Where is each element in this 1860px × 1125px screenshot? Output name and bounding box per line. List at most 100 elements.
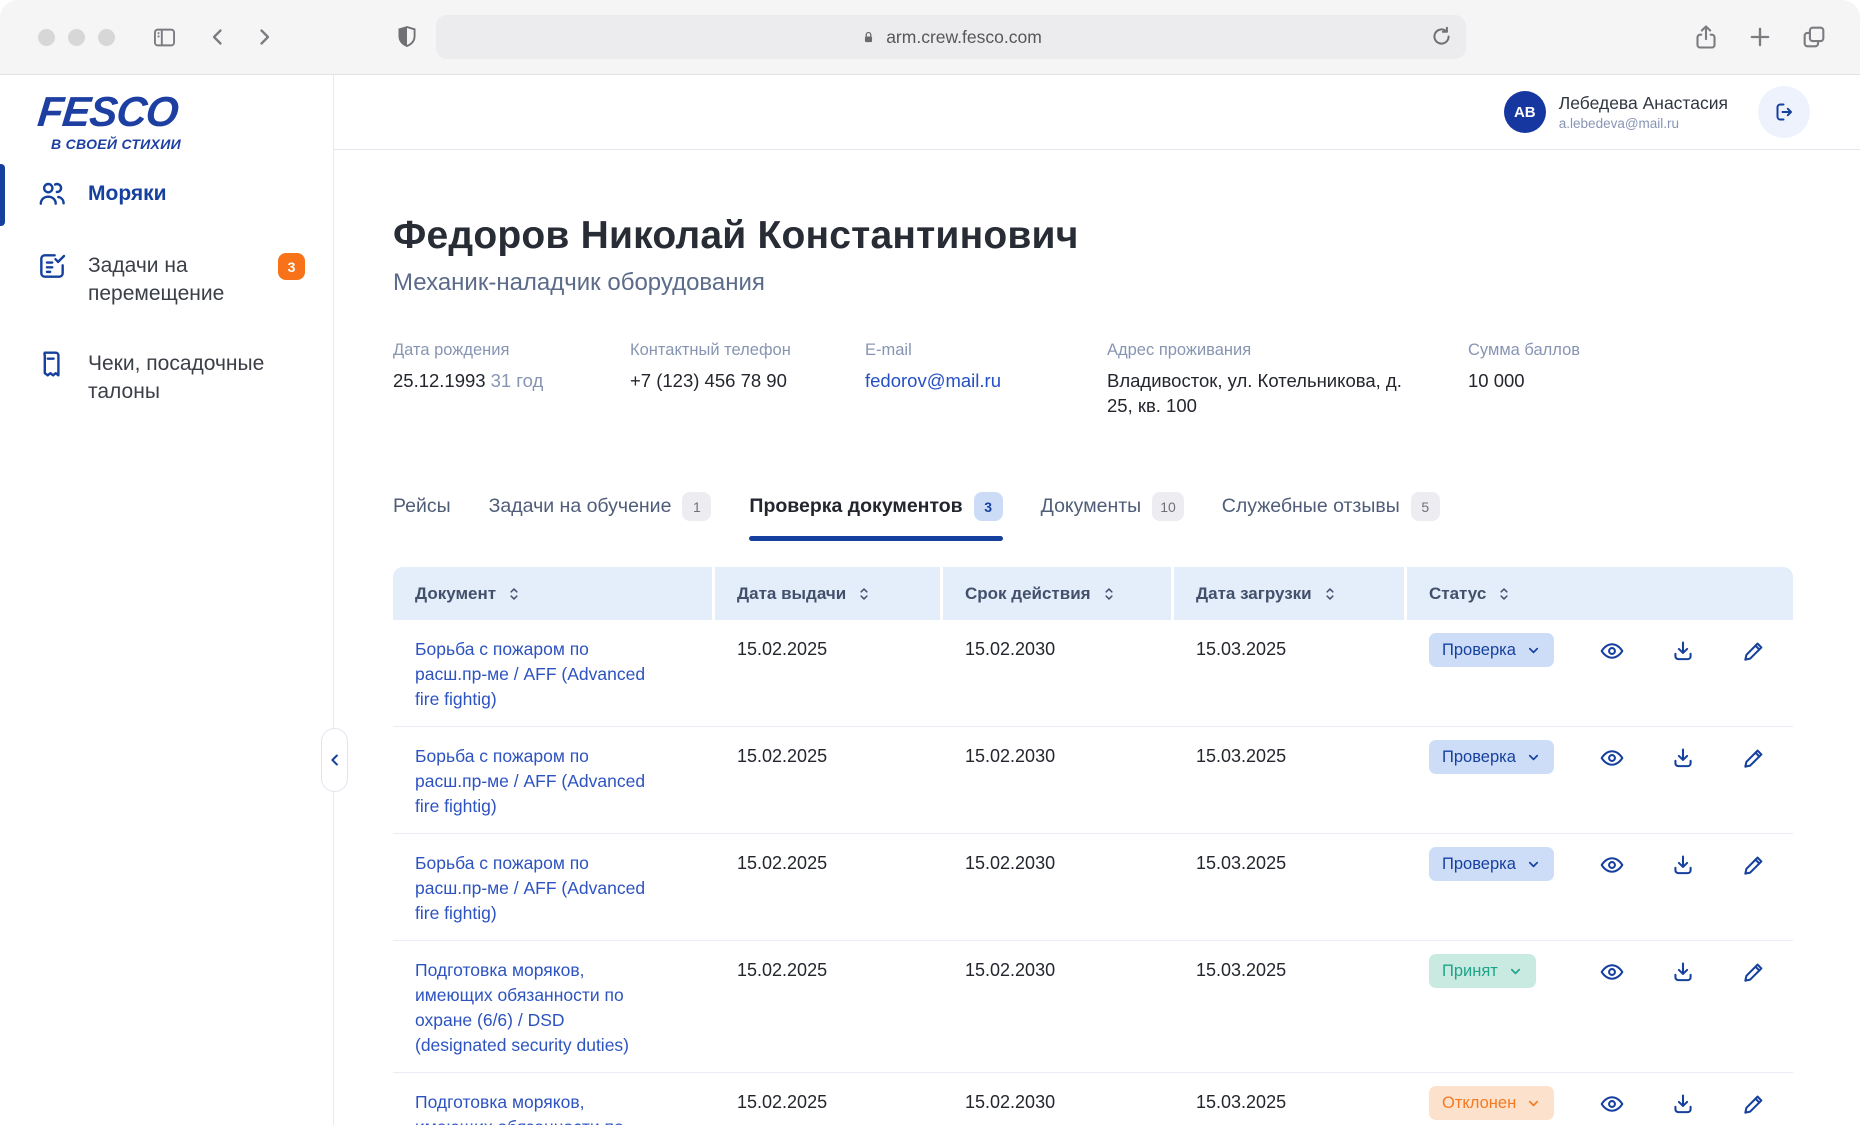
document-link[interactable]: Подготовка моряков, имеющих обязанности … — [415, 1090, 657, 1125]
view-document-button[interactable] — [1599, 745, 1625, 771]
sailors-icon — [36, 178, 68, 210]
reload-icon[interactable] — [1429, 24, 1454, 49]
main-panel: АВ Лебедева Анастасия a.lebedeva@mail.ru… — [334, 75, 1860, 1125]
sort-icon — [1495, 585, 1513, 603]
edit-document-button[interactable] — [1741, 1091, 1767, 1117]
back-icon[interactable] — [206, 25, 230, 49]
sidebar-item-label: Чеки, посадочные талоны — [88, 350, 305, 406]
row-actions — [1599, 852, 1767, 878]
column-header[interactable]: Дата загрузки — [1174, 567, 1407, 620]
download-icon — [1670, 959, 1696, 985]
sidebar-item[interactable]: Задачи на перемещение 3 — [0, 252, 333, 308]
sidebar-item[interactable]: Чеки, посадочные талоны — [0, 350, 333, 406]
tab[interactable]: Проверка документов 3 — [749, 492, 1002, 541]
document-cell: Подготовка моряков, имеющих обязанности … — [393, 954, 715, 1058]
column-header-label: Документ — [415, 584, 496, 604]
download-document-button[interactable] — [1670, 959, 1696, 985]
column-header-label: Дата загрузки — [1196, 584, 1312, 604]
row-actions — [1599, 1091, 1767, 1117]
sidebar-toggle-icon[interactable] — [151, 24, 178, 51]
toolbar-actions — [1692, 23, 1828, 51]
status-dropdown[interactable]: Проверка — [1429, 740, 1554, 774]
privacy-shield-icon[interactable] — [394, 24, 420, 50]
table-row: Подготовка моряков, имеющих обязанности … — [393, 941, 1793, 1073]
seafarer-profile: Федоров Николай Константинович Механик-н… — [334, 150, 1860, 418]
chevron-down-icon — [1526, 1096, 1541, 1111]
profile-field: E-mail fedorov@mail.ru — [865, 341, 1107, 418]
view-document-button[interactable] — [1599, 1091, 1625, 1117]
document-cell: Борьба с пожаром по расш.пр-ме / AFF (Ad… — [393, 847, 715, 926]
pencil-icon — [1741, 638, 1767, 664]
sidebar-item-badge: 3 — [278, 253, 305, 280]
issue-date-cell: 15.02.2025 — [715, 740, 943, 819]
status-cell: Проверка — [1407, 633, 1793, 712]
column-header[interactable]: Статус — [1407, 567, 1793, 620]
tab-badge: 1 — [682, 492, 711, 521]
pencil-icon — [1741, 959, 1767, 985]
seafarer-name: Федоров Николай Константинович — [393, 213, 1793, 259]
document-link[interactable]: Борьба с пожаром по расш.пр-ме / AFF (Ad… — [415, 851, 657, 926]
edit-document-button[interactable] — [1741, 852, 1767, 878]
field-label: Адрес проживания — [1107, 341, 1468, 360]
view-document-button[interactable] — [1599, 959, 1625, 985]
view-document-button[interactable] — [1599, 638, 1625, 664]
tab-label: Документы — [1041, 495, 1142, 518]
tab[interactable]: Документы 10 — [1041, 492, 1184, 541]
download-document-button[interactable] — [1670, 1091, 1696, 1117]
status-dropdown[interactable]: Отклонен — [1429, 1086, 1554, 1120]
tab-overview-icon[interactable] — [1800, 23, 1828, 51]
new-tab-icon[interactable] — [1746, 23, 1774, 51]
app-content: FESCO В СВОЕЙ СТИХИИ Моряки Задачи на пе… — [0, 75, 1860, 1125]
status-dropdown[interactable]: Принят — [1429, 954, 1536, 988]
download-document-button[interactable] — [1670, 745, 1696, 771]
sort-icon — [1321, 585, 1339, 603]
sidebar-nav: Моряки Задачи на перемещение 3 Чеки, пос… — [0, 180, 333, 406]
sort-icon — [1100, 585, 1118, 603]
document-cell: Борьба с пожаром по расш.пр-ме / AFF (Ad… — [393, 633, 715, 712]
status-dropdown[interactable]: Проверка — [1429, 847, 1554, 881]
sidebar-item-label: Моряки — [88, 180, 305, 208]
sort-icon — [855, 585, 873, 603]
tab[interactable]: Служебные отзывы 5 — [1222, 492, 1440, 541]
column-header[interactable]: Дата выдачи — [715, 567, 943, 620]
close-window-button[interactable] — [38, 29, 55, 46]
table-row: Подготовка моряков, имеющих обязанности … — [393, 1073, 1793, 1125]
sidebar-collapse-button[interactable] — [321, 728, 348, 792]
document-link[interactable]: Подготовка моряков, имеющих обязанности … — [415, 958, 657, 1058]
tab[interactable]: Задачи на обучение 1 — [489, 492, 712, 541]
sidebar-item[interactable]: Моряки — [0, 180, 333, 210]
minimize-window-button[interactable] — [68, 29, 85, 46]
fesco-logo-text: FESCO — [36, 91, 180, 133]
zoom-window-button[interactable] — [98, 29, 115, 46]
document-link[interactable]: Борьба с пожаром по расш.пр-ме / AFF (Ad… — [415, 744, 657, 819]
profile-fields: Дата рождения 25.12.199331 год Контактны… — [393, 341, 1793, 418]
tab-badge: 10 — [1152, 492, 1184, 521]
download-document-button[interactable] — [1670, 852, 1696, 878]
field-label: Сумма баллов — [1468, 341, 1580, 360]
issue-date-cell: 15.02.2025 — [715, 1086, 943, 1125]
view-document-button[interactable] — [1599, 852, 1625, 878]
eye-icon — [1599, 638, 1625, 664]
share-icon[interactable] — [1692, 23, 1720, 51]
edit-document-button[interactable] — [1741, 638, 1767, 664]
table-row: Борьба с пожаром по расш.пр-ме / AFF (Ad… — [393, 834, 1793, 941]
fesco-logo-tagline: В СВОЕЙ СТИХИИ — [51, 136, 333, 152]
valid-until-cell: 15.02.2030 — [943, 954, 1174, 1058]
status-label: Отклонен — [1442, 1094, 1516, 1112]
sort-icon — [505, 585, 523, 603]
status-label: Принят — [1442, 962, 1498, 980]
forward-icon[interactable] — [252, 25, 276, 49]
logout-button[interactable] — [1758, 86, 1810, 138]
column-header[interactable]: Срок действия — [943, 567, 1174, 620]
edit-document-button[interactable] — [1741, 959, 1767, 985]
row-actions — [1599, 959, 1767, 985]
status-dropdown[interactable]: Проверка — [1429, 633, 1554, 667]
document-link[interactable]: Борьба с пожаром по расш.пр-ме / AFF (Ad… — [415, 637, 657, 712]
address-bar[interactable]: arm.crew.fesco.com — [436, 15, 1466, 59]
tab[interactable]: Рейсы — [393, 492, 451, 541]
edit-document-button[interactable] — [1741, 745, 1767, 771]
lock-icon — [860, 29, 877, 46]
profile-tabs: Рейсы Задачи на обучение 1 Проверка доку… — [334, 444, 1860, 541]
download-document-button[interactable] — [1670, 638, 1696, 664]
column-header[interactable]: Документ — [393, 567, 715, 620]
